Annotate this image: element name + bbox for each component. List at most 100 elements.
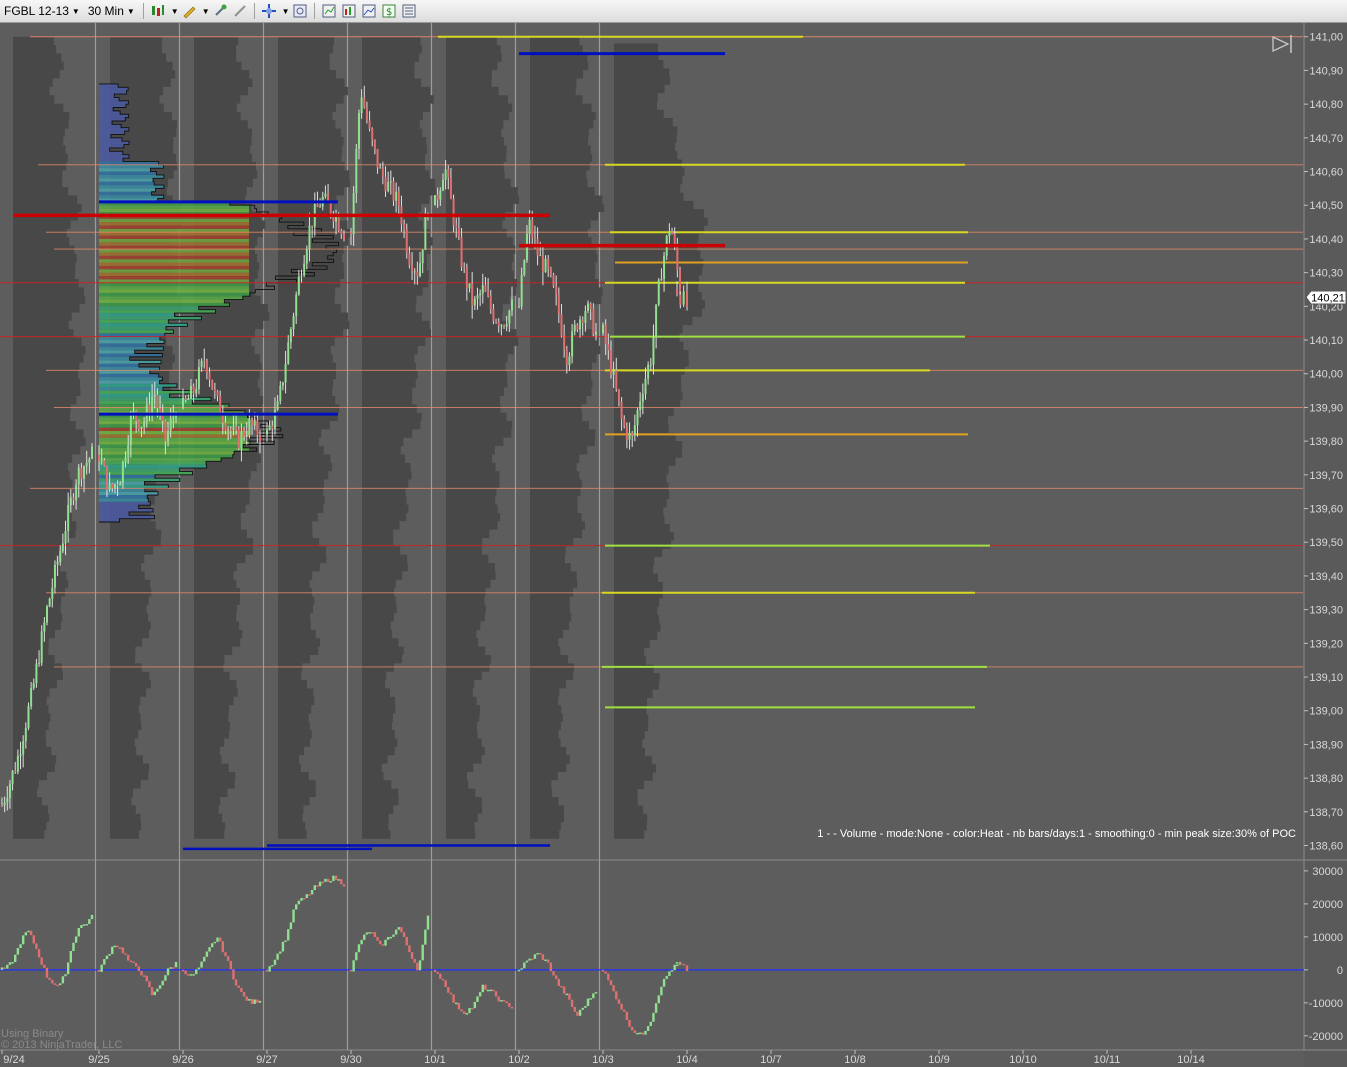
candle-body <box>376 148 379 168</box>
candle-body <box>363 97 366 108</box>
candle-body <box>159 407 162 413</box>
indicator-bar <box>97 969 101 972</box>
candle-body <box>24 727 27 742</box>
price-tick-label: 140,80 <box>1309 99 1343 111</box>
indicator-bar <box>675 962 679 964</box>
candle-body <box>319 206 322 208</box>
properties-icon[interactable] <box>401 3 417 19</box>
indicator-bar <box>324 878 327 882</box>
heat-profile-row <box>99 353 163 357</box>
candle-body <box>192 385 195 394</box>
chart-toolbar: FGBL 12-13 ▼ 30 Min ▼ ▼ ▼ ▼ $ <box>0 0 1347 23</box>
candle-body <box>419 263 422 277</box>
magnet-icon[interactable] <box>212 3 228 19</box>
candle-body <box>182 397 184 408</box>
price-tick-label: 138,60 <box>1309 841 1343 853</box>
crosshair-icon[interactable] <box>232 3 248 19</box>
indicator-bar <box>373 932 377 938</box>
price-tick-label: 140,00 <box>1309 369 1343 381</box>
candle-body <box>595 331 597 335</box>
heat-profile-row <box>99 168 151 172</box>
candle-body <box>511 299 513 311</box>
dollar-icon[interactable]: $ <box>381 3 397 19</box>
candle-body <box>337 216 340 231</box>
heat-profile-row <box>99 208 249 212</box>
indicator-bar <box>132 961 135 963</box>
zoom-icon[interactable] <box>261 3 277 19</box>
indicator-bar <box>371 932 374 934</box>
heat-profile-row <box>99 218 249 223</box>
indicator-bar <box>24 932 28 936</box>
candle-body <box>88 458 91 463</box>
heat-profile-row <box>99 127 129 132</box>
heat-profile-row <box>99 242 249 246</box>
price-tick-label: 138,80 <box>1309 773 1343 785</box>
heat-profile-row <box>99 90 127 95</box>
candle-body <box>16 756 19 772</box>
price-chart[interactable]: 141,00 140,90 140,80 140,70 140,60 140,50 140,… <box>0 23 1347 1067</box>
indicator-bar <box>565 993 568 996</box>
candle-body <box>384 176 387 192</box>
time-tick-label: 10/7 <box>760 1054 781 1066</box>
candle-body <box>227 429 230 431</box>
indicator-bar <box>226 956 230 961</box>
indicator-bar <box>340 879 343 885</box>
chevron-down-icon[interactable]: ▼ <box>202 7 210 16</box>
chart-trader-icon[interactable] <box>361 3 377 19</box>
indicator-bar <box>53 983 57 985</box>
candle-body <box>623 419 626 427</box>
candle-body <box>573 324 576 332</box>
heat-profile-row <box>99 282 249 287</box>
data-box-icon[interactable] <box>292 3 308 19</box>
heat-profile-row <box>99 262 249 266</box>
indicator-bar <box>221 941 225 953</box>
interval-selector[interactable]: 30 Min ▼ <box>84 1 139 21</box>
indicator-bar <box>528 958 531 961</box>
indicator-bar <box>384 939 387 946</box>
strategy-icon[interactable] <box>321 3 337 19</box>
indicator-bar <box>615 991 618 1000</box>
candle-body <box>392 181 395 201</box>
indicator-bar <box>61 976 65 984</box>
price-tick-label: 139,70 <box>1309 470 1343 482</box>
indicator-bar <box>318 881 322 887</box>
indicator-bar <box>418 960 422 971</box>
candle-body <box>203 360 206 362</box>
heat-profile-row <box>99 188 156 192</box>
heat-profile-row <box>99 151 123 155</box>
heat-profile-row <box>99 252 249 256</box>
indicator-bar <box>276 953 279 960</box>
instrument-selector[interactable]: FGBL 12-13 ▼ <box>0 1 84 21</box>
indicator-bar <box>8 962 12 965</box>
candle-body <box>671 231 674 234</box>
heat-profile-row <box>99 289 249 293</box>
time-tick-label: 9/27 <box>256 1054 277 1066</box>
heat-profile-row <box>99 296 243 300</box>
indicator-bar <box>29 930 33 936</box>
heat-profile-row <box>99 299 225 303</box>
candle-body <box>541 255 544 273</box>
indicator-bar <box>6 964 9 969</box>
heat-profile-row <box>99 158 124 162</box>
heat-profile-row <box>99 131 125 135</box>
indicator-bar <box>581 1007 584 1010</box>
heat-profile-row <box>99 228 249 233</box>
chevron-down-icon[interactable]: ▼ <box>171 7 179 16</box>
indicator-bar <box>449 992 453 995</box>
indicator-bar <box>43 964 46 968</box>
indicator-bar <box>234 979 238 986</box>
bar-type-icon[interactable] <box>150 3 166 19</box>
candle-body <box>305 249 308 264</box>
candle-body <box>113 484 116 489</box>
indicator-icon[interactable] <box>341 3 357 19</box>
heat-profile-row <box>99 164 164 169</box>
candle-body <box>56 562 59 565</box>
indicator-bar <box>586 998 590 1007</box>
candle-body <box>641 394 644 402</box>
candle-body <box>473 298 476 306</box>
heat-profile-row <box>99 306 199 310</box>
drawing-pencil-icon[interactable] <box>181 3 197 19</box>
heat-profile-row <box>99 478 180 482</box>
candle-body <box>668 231 671 237</box>
chevron-down-icon[interactable]: ▼ <box>282 7 290 16</box>
